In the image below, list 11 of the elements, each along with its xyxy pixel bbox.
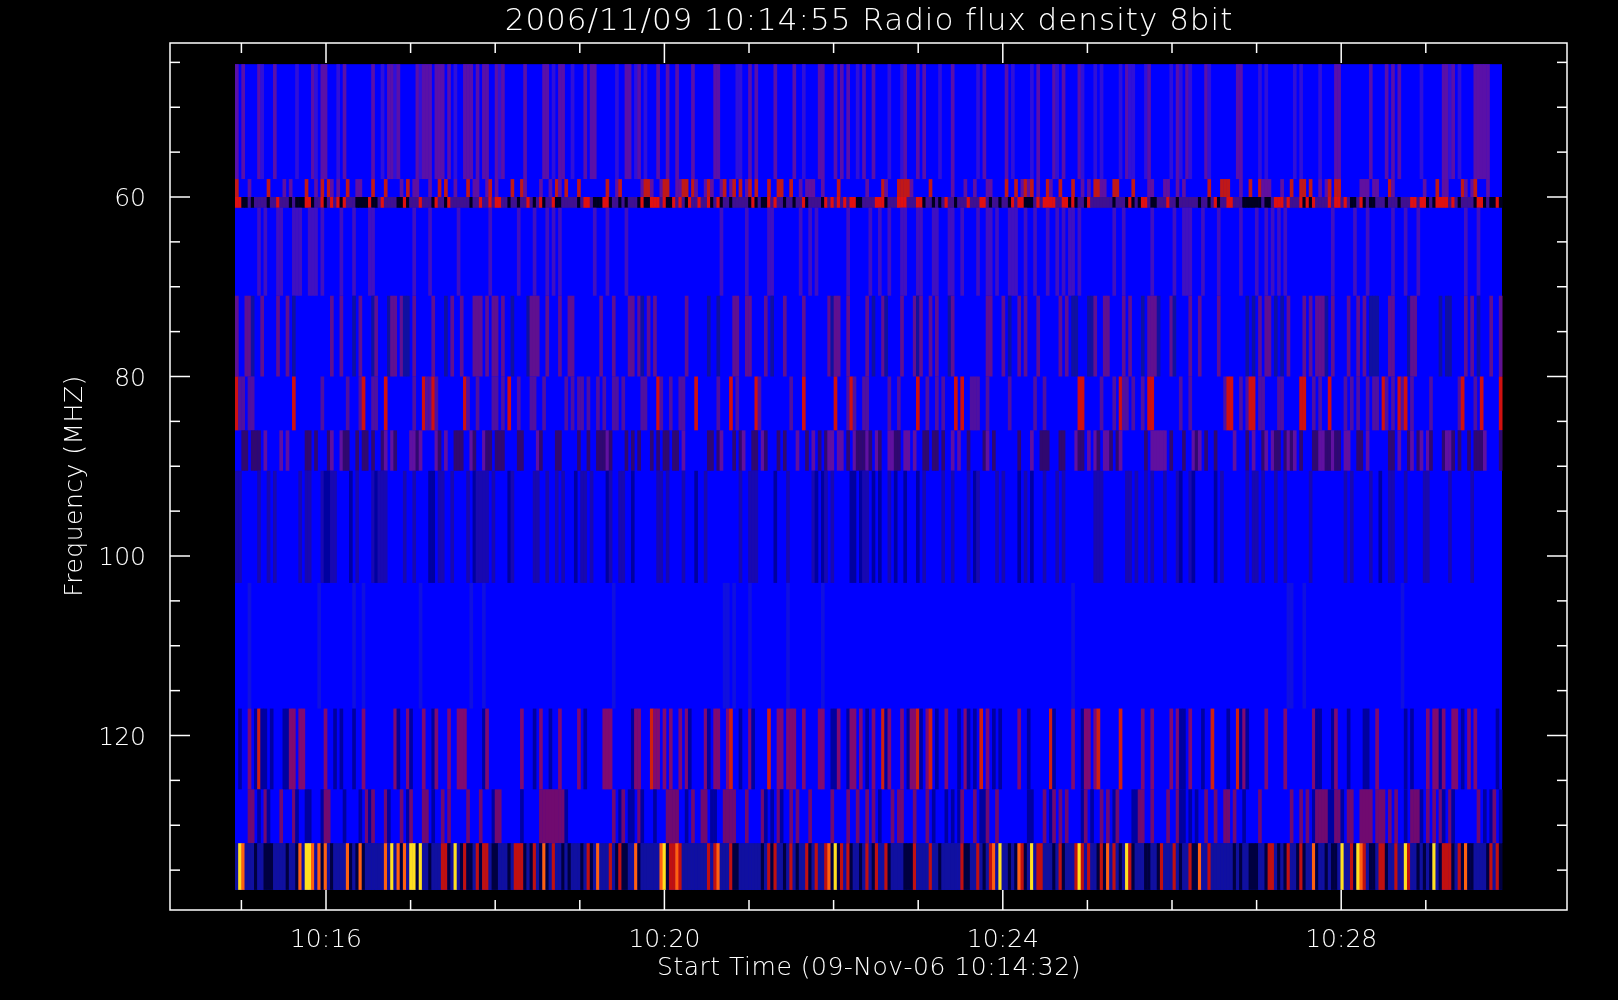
y-tick-label: 100 <box>98 542 146 571</box>
x-tick-label: 10:20 <box>628 924 701 953</box>
y-tick-label: 120 <box>98 721 146 751</box>
plot-title: 2006/11/09 10:14:55 Radio flux density 8bit <box>504 1 1234 37</box>
x-tick-label: 10:28 <box>1305 924 1378 953</box>
x-tick-label: 10:16 <box>290 924 362 953</box>
y-tick-label: 60 <box>114 183 146 212</box>
y-axis-label: Frequency (MHZ) <box>59 375 88 597</box>
x-axis-label: Start Time (09-Nov-06 10:14:32) <box>657 952 1081 981</box>
x-tick-label: 10:24 <box>966 924 1039 953</box>
y-tick-label: 80 <box>114 362 146 392</box>
